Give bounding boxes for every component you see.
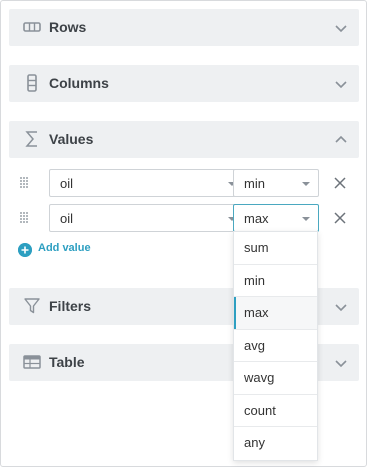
value-field-text: oil: [60, 176, 74, 191]
value-field-select[interactable]: oil: [49, 169, 245, 197]
plus-circle-icon: [18, 243, 32, 257]
section-table-label: Table: [49, 354, 85, 370]
dropdown-option[interactable]: min: [234, 265, 317, 297]
section-columns-header[interactable]: Columns: [9, 65, 359, 102]
close-icon[interactable]: [333, 176, 347, 190]
aggregation-text: max: [244, 211, 269, 226]
sigma-icon: [25, 131, 37, 147]
drag-handle-icon[interactable]: [19, 211, 29, 225]
caret-down-icon: [302, 182, 310, 186]
chevron-down-icon: [335, 81, 347, 89]
dropdown-option[interactable]: count: [234, 395, 317, 427]
section-rows-header[interactable]: Rows: [9, 9, 359, 46]
dropdown-option[interactable]: avg: [234, 330, 317, 362]
aggregation-dropdown-menu: sum min max avg wavg count any: [233, 231, 318, 461]
value-row: oil min: [19, 169, 359, 197]
chevron-down-icon: [335, 25, 347, 33]
dropdown-option[interactable]: sum: [234, 232, 317, 265]
funnel-icon: [24, 298, 40, 314]
value-row: oil max: [19, 204, 359, 232]
table-icon: [23, 355, 41, 369]
chevron-down-icon: [335, 360, 347, 368]
value-field-text: oil: [60, 211, 74, 226]
section-values-header[interactable]: Values: [9, 121, 359, 158]
section-rows-label: Rows: [49, 19, 87, 35]
caret-down-icon: [302, 217, 310, 221]
aggregation-select[interactable]: min: [233, 169, 319, 197]
dropdown-option[interactable]: any: [234, 427, 317, 460]
chevron-down-icon: [335, 304, 347, 312]
aggregation-text: min: [244, 176, 265, 191]
chevron-up-icon: [335, 135, 347, 143]
pivot-settings-panel: Rows Columns Values oil min oil max Add …: [0, 0, 367, 467]
value-field-select[interactable]: oil: [49, 204, 245, 232]
section-values-label: Values: [49, 131, 94, 147]
columns-icon: [27, 74, 37, 92]
close-icon[interactable]: [333, 211, 347, 225]
dropdown-option[interactable]: wavg: [234, 362, 317, 395]
section-columns-label: Columns: [49, 75, 109, 91]
drag-handle-icon[interactable]: [19, 176, 29, 190]
aggregation-select[interactable]: max: [233, 204, 319, 232]
rows-icon: [23, 22, 41, 32]
add-value-label: Add value: [38, 242, 91, 254]
dropdown-option-selected[interactable]: max: [234, 297, 317, 330]
section-filters-label: Filters: [49, 298, 92, 314]
